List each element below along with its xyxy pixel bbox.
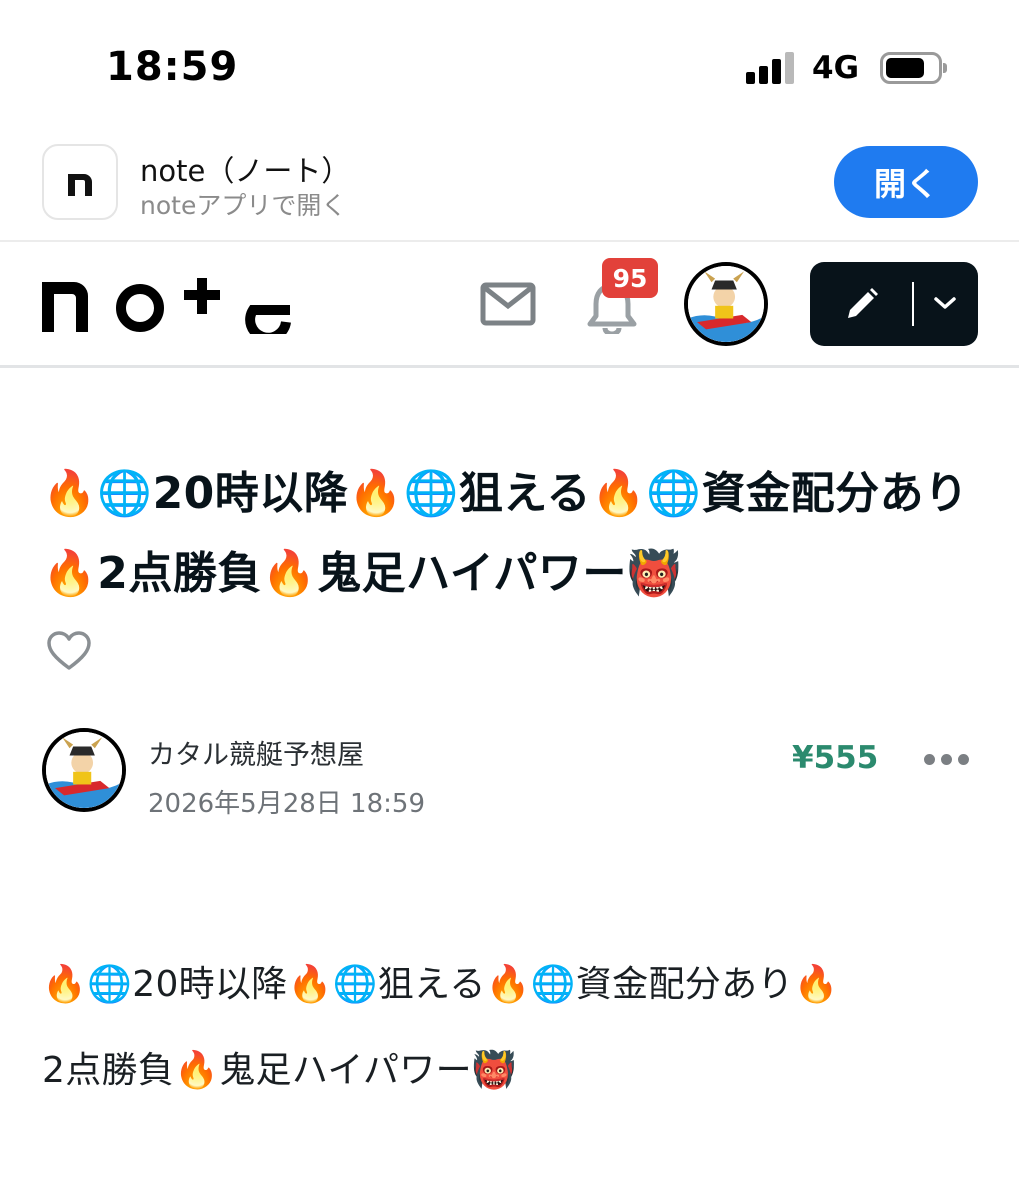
author-name[interactable]: カタル競艇予想屋 (148, 733, 364, 772)
post-button[interactable] (810, 262, 978, 346)
author-avatar[interactable] (42, 728, 126, 812)
heart-icon[interactable] (46, 630, 92, 672)
status-bar: 18:59 4G (0, 0, 1019, 120)
app-name: note（ノート） (140, 154, 351, 188)
status-time: 18:59 (106, 44, 239, 90)
chevron-down-icon[interactable] (932, 292, 958, 314)
body-line: 🔥🌐20時以降🔥🌐狙える🔥🌐資金配分あり🔥 (42, 964, 839, 1005)
app-subtitle: noteアプリで開く (140, 191, 347, 220)
signal-icon (746, 52, 798, 84)
more-icon[interactable] (924, 754, 970, 766)
mail-icon[interactable] (480, 282, 536, 326)
article-title: 🔥🌐20時以降🔥🌐狙える🔥🌐資金配分あり🔥2点勝負🔥鬼足ハイパワー👹 (42, 468, 969, 599)
app-icon (42, 144, 118, 220)
article-body: 🔥🌐20時以降🔥🌐狙える🔥🌐資金配分あり🔥 2点勝負🔥鬼足ハイパワー👹 (42, 942, 982, 1114)
user-avatar[interactable] (684, 262, 768, 346)
post-date: 2026年5月28日 18:59 (148, 789, 425, 819)
pencil-icon (848, 288, 878, 318)
price-label: ¥555 (792, 740, 879, 776)
button-divider (912, 282, 914, 326)
note-logo[interactable] (40, 278, 300, 334)
body-line: 2点勝負🔥鬼足ハイパワー👹 (42, 1050, 518, 1091)
network-label: 4G (812, 50, 860, 86)
battery-icon (880, 52, 947, 84)
notification-badge: 95 (602, 258, 658, 298)
open-app-button[interactable]: 開く (834, 146, 978, 218)
site-header: 95 (0, 242, 1019, 368)
app-banner: note（ノート） noteアプリで開く 開く (0, 120, 1019, 242)
